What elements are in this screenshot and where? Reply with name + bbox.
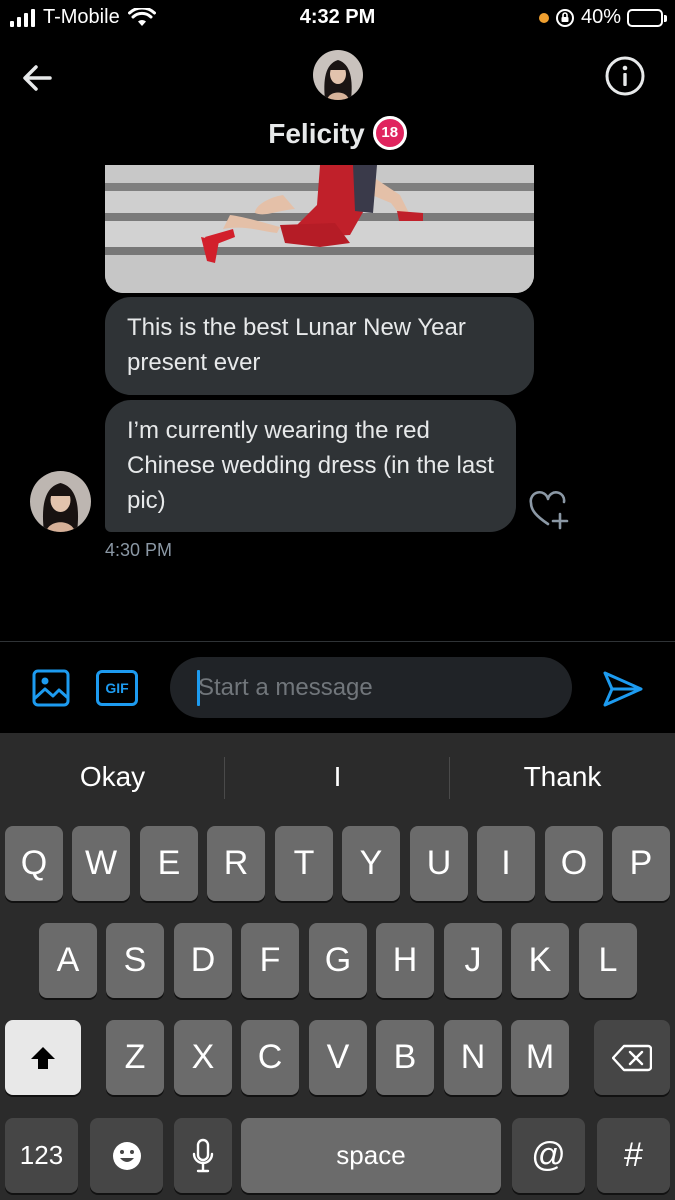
age-18-badge: 18	[372, 115, 407, 150]
key-z[interactable]: Z	[106, 1020, 164, 1095]
key-q[interactable]: Q	[5, 826, 63, 901]
space-key[interactable]: space	[241, 1118, 501, 1193]
key-t[interactable]: T	[275, 826, 333, 901]
key-x[interactable]: X	[174, 1020, 232, 1095]
rotation-lock-icon	[555, 8, 574, 27]
contact-name-text: Felicity	[268, 118, 365, 149]
key-w[interactable]: W	[72, 826, 130, 901]
arrow-left-icon[interactable]	[18, 58, 58, 98]
message-timestamp: 4:30 PM	[105, 540, 173, 560]
message-image[interactable]	[105, 165, 534, 293]
info-icon[interactable]	[604, 55, 646, 97]
key-g[interactable]: G	[309, 923, 367, 998]
emoji-icon	[112, 1141, 141, 1170]
message-text: This is the best Lunar New Year present …	[127, 314, 466, 376]
at-key[interactable]: @	[512, 1118, 585, 1193]
status-bar: T-Mobile 4:32 PM 40%	[0, 0, 675, 40]
avatar[interactable]	[313, 50, 363, 100]
backspace-icon	[612, 1044, 652, 1071]
suggestion-1[interactable]: Okay	[0, 733, 225, 821]
key-r[interactable]: R	[207, 826, 265, 901]
send-icon[interactable]	[602, 670, 644, 708]
key-e[interactable]: E	[140, 826, 198, 901]
dictation-key[interactable]	[174, 1118, 232, 1193]
key-h[interactable]: H	[376, 923, 434, 998]
message-text: I’m currently wearing the red Chinese we…	[127, 417, 494, 514]
hash-key[interactable]: #	[597, 1118, 670, 1193]
mic-in-use-indicator	[538, 12, 549, 23]
key-f[interactable]: F	[241, 923, 299, 998]
sender-avatar[interactable]	[30, 471, 91, 532]
key-c[interactable]: C	[241, 1020, 299, 1095]
microphone-icon	[192, 1138, 214, 1172]
key-d[interactable]: D	[174, 923, 232, 998]
contact-name[interactable]: Felicity 18	[0, 115, 675, 153]
suggestion-2[interactable]: I	[225, 733, 450, 821]
battery-percent: 40%	[580, 6, 621, 28]
key-i[interactable]: I	[477, 826, 535, 901]
emoji-key[interactable]	[90, 1118, 163, 1193]
numbers-key[interactable]: 123	[5, 1118, 78, 1193]
heart-plus-icon[interactable]	[528, 490, 572, 530]
message-bubble[interactable]: This is the best Lunar New Year present …	[105, 297, 534, 395]
shift-key[interactable]	[5, 1020, 81, 1095]
key-l[interactable]: L	[579, 923, 637, 998]
suggestion-3[interactable]: Thank	[450, 733, 675, 821]
conversation-header: Felicity 18	[0, 40, 675, 165]
on-screen-keyboard: Okay I Thank Q W E R T Y U I O P A S D F…	[0, 733, 675, 1200]
key-u[interactable]: U	[410, 826, 468, 901]
text-cursor	[197, 670, 200, 706]
key-o[interactable]: O	[545, 826, 603, 901]
gif-button[interactable]: GIF	[96, 670, 138, 706]
message-input[interactable]	[170, 657, 572, 718]
message-bubble[interactable]: I’m currently wearing the red Chinese we…	[105, 400, 516, 532]
key-m[interactable]: M	[511, 1020, 569, 1095]
shift-arrow-icon	[31, 1046, 55, 1069]
key-j[interactable]: J	[444, 923, 502, 998]
image-icon[interactable]	[31, 668, 71, 708]
key-a[interactable]: A	[39, 923, 97, 998]
key-b[interactable]: B	[376, 1020, 434, 1095]
battery-icon	[627, 8, 667, 27]
key-y[interactable]: Y	[342, 826, 400, 901]
key-p[interactable]: P	[612, 826, 670, 901]
key-n[interactable]: N	[444, 1020, 502, 1095]
key-v[interactable]: V	[309, 1020, 367, 1095]
message-composer: GIF	[0, 641, 675, 733]
delete-key[interactable]	[594, 1020, 670, 1095]
key-k[interactable]: K	[511, 923, 569, 998]
key-s[interactable]: S	[106, 923, 164, 998]
